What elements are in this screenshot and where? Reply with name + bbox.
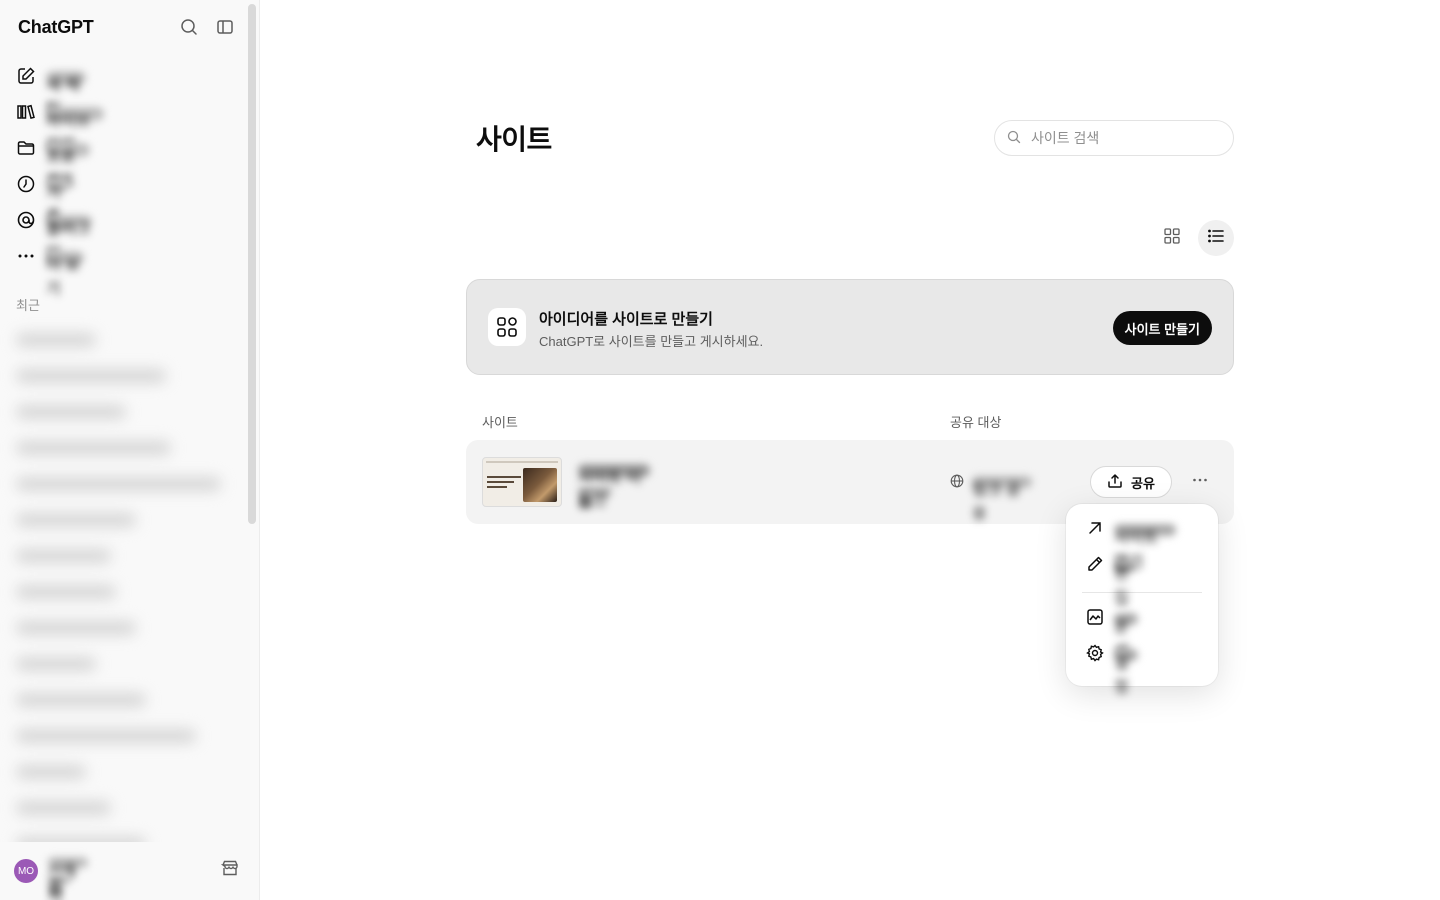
sidebar-nav: 새 채팅 라이브러리 프로젝트 기록 플러그인 더 보기	[16, 60, 246, 298]
more-dots-icon	[1191, 471, 1209, 494]
sidebar-item-label: 더 보기	[46, 251, 84, 298]
sora-icon	[16, 210, 36, 235]
list-item[interactable]	[16, 754, 241, 790]
sidebar-item-new-chat[interactable]: 새 채팅	[16, 60, 246, 118]
sidebar-item-label: 라이브러리	[46, 107, 104, 154]
sidebar-item-label: 프로젝트	[46, 143, 90, 190]
search-icon	[1007, 130, 1021, 147]
list-item[interactable]	[16, 718, 241, 754]
apps-icon	[488, 308, 526, 346]
sidebar-scrollbar[interactable]	[248, 4, 256, 524]
sidebar-item-label: 새 채팅	[46, 71, 86, 118]
list-item[interactable]	[16, 682, 241, 718]
more-dots-icon	[16, 246, 36, 271]
list-item[interactable]	[16, 394, 241, 430]
share-button-label: 공유	[1131, 475, 1155, 491]
list-item[interactable]	[16, 358, 241, 394]
list-item[interactable]	[16, 322, 241, 358]
list-item[interactable]	[16, 538, 241, 574]
upload-icon	[1107, 473, 1123, 492]
brand-title[interactable]: ChatGPT	[18, 17, 165, 38]
open-external-icon	[1086, 519, 1104, 542]
banner-subtitle: ChatGPT로 사이트를 만들고 게시하세요.	[539, 334, 764, 349]
list-icon	[1207, 227, 1225, 250]
column-header-site: 사이트	[482, 415, 518, 430]
column-header-share: 공유 대상	[950, 415, 1002, 430]
site-search[interactable]	[994, 120, 1234, 156]
sidebar-toggle-icon[interactable]	[213, 15, 237, 39]
menu-item-open[interactable]: 사이트 열기	[1066, 512, 1218, 571]
search-icon[interactable]	[177, 15, 201, 39]
user-info: 사용자 플랜	[48, 857, 88, 900]
more-options-button[interactable]	[1184, 466, 1216, 498]
compose-icon	[16, 66, 36, 91]
gear-icon	[1086, 643, 1104, 667]
list-item[interactable]	[16, 574, 241, 610]
site-status: 초안	[578, 486, 612, 509]
list-item[interactable]	[16, 790, 241, 826]
list-item[interactable]	[16, 430, 241, 466]
menu-item-label: 분석	[1114, 613, 1138, 660]
menu-item-settings[interactable]: 설정	[1066, 637, 1218, 696]
grid-view-button[interactable]	[1154, 220, 1190, 256]
folder-icon	[16, 138, 36, 163]
user-name: 사용자	[48, 857, 88, 900]
context-menu: 사이트 열기 편집 분석 설정	[1066, 504, 1218, 696]
list-view-button[interactable]	[1198, 220, 1234, 256]
menu-item-label: 사이트 열기	[1114, 524, 1176, 571]
search-input[interactable]	[1031, 130, 1211, 146]
recent-list	[16, 322, 241, 862]
banner-title: 아이디어를 사이트로 만들기	[539, 311, 713, 328]
list-item[interactable]	[16, 646, 241, 682]
share-target: 링크 공유	[972, 476, 1032, 523]
site-thumbnail	[482, 457, 562, 507]
create-site-banner: 아이디어를 사이트로 만들기 ChatGPT로 사이트를 만들고 게시하세요. …	[466, 279, 1234, 375]
user-profile[interactable]: MO 사용자 플랜	[0, 842, 259, 900]
page-title: 사이트	[476, 124, 552, 155]
recent-header: 최근	[16, 298, 40, 313]
avatar: MO	[14, 859, 38, 883]
menu-item-label: 설정	[1114, 649, 1138, 696]
store-icon[interactable]	[220, 859, 239, 882]
sidebar-item-label: 플러그인	[46, 215, 92, 262]
sidebar: ChatGPT 새 채팅 라이브러리 프로젝트 기록 플러그인	[0, 0, 260, 900]
grid-icon	[1163, 227, 1181, 250]
user-plan: 플랜	[48, 874, 70, 897]
globe-icon	[950, 474, 964, 493]
menu-item-label: 편집	[1114, 560, 1138, 607]
list-item[interactable]	[16, 610, 241, 646]
site-name: 사이트 이름	[578, 464, 650, 511]
sidebar-header: ChatGPT	[18, 14, 237, 40]
list-item[interactable]	[16, 466, 241, 502]
create-site-button[interactable]: 사이트 만들기	[1112, 311, 1212, 345]
menu-divider	[1082, 592, 1202, 593]
list-item[interactable]	[16, 502, 241, 538]
image-icon	[1086, 608, 1104, 631]
history-icon	[16, 174, 36, 199]
sidebar-item-label: 기록	[46, 179, 68, 226]
main-content: 사이트 아이디어를 사이트로 만들기 ChatGPT로 사이트를 만들고 게시하…	[260, 0, 1440, 900]
pencil-icon	[1086, 555, 1104, 578]
share-button[interactable]: 공유	[1090, 466, 1172, 498]
menu-item-analytics[interactable]: 분석	[1066, 601, 1218, 660]
library-icon	[16, 102, 36, 127]
